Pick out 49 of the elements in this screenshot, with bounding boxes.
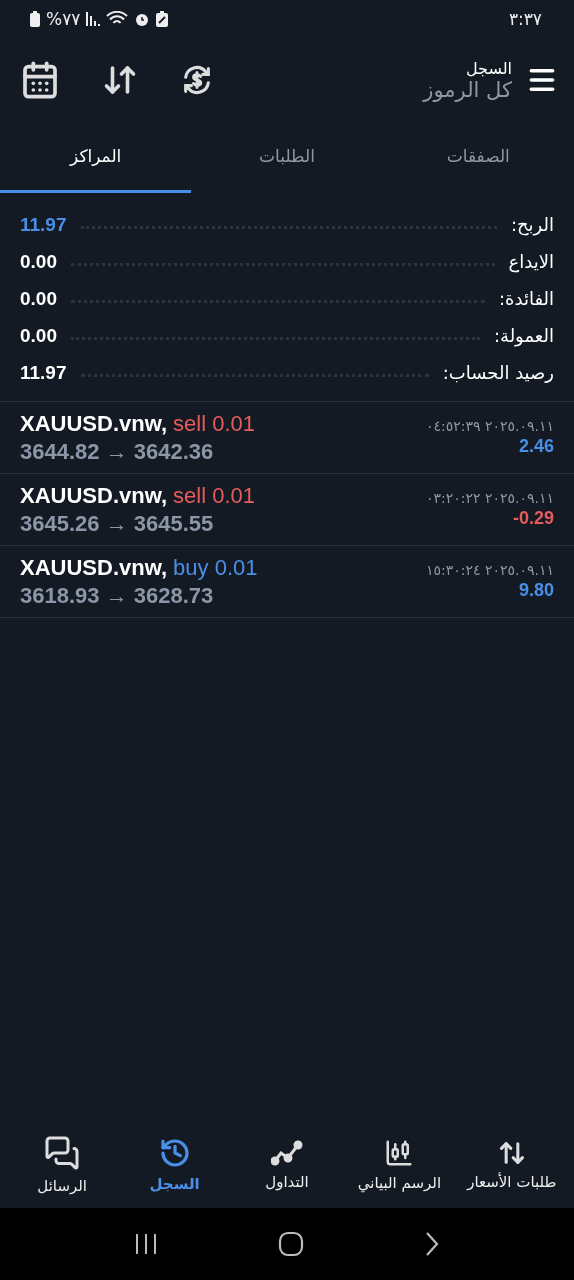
order-type: sell 0.01 xyxy=(173,482,256,509)
symbol-name: XAUUSD.vnw, xyxy=(20,410,168,437)
nav-item[interactable]: الرسائل xyxy=(5,1134,119,1196)
trade-time: ٢٠٢٥.٠٩.١١ ١٥:٣٠:٢٤ xyxy=(425,562,554,578)
trade-profit: 2.46 xyxy=(518,436,554,457)
summary-label: رصيد الحساب: xyxy=(442,362,554,383)
messages-icon xyxy=(44,1135,81,1171)
order-type: buy 0.01 xyxy=(173,554,258,581)
symbol-name: XAUUSD.vnw, xyxy=(20,554,168,581)
calendar-button[interactable] xyxy=(20,60,60,100)
back-button[interactable] xyxy=(424,1231,440,1257)
line-graph-icon xyxy=(271,1139,303,1167)
tab[interactable]: المراكز xyxy=(0,122,192,193)
nav-item[interactable]: طلبات الأسعار xyxy=(455,1138,568,1192)
summary-value: 11.97 xyxy=(20,361,67,384)
trade-time: ٢٠٢٥.٠٩.١١ ٠٤:٥٢:٣٩ xyxy=(425,418,554,434)
order-type: sell 0.01 xyxy=(173,410,256,437)
trade-time: ٢٠٢٥.٠٩.١١ ٠٣:٢٠:٢٢ xyxy=(425,490,554,506)
nav-item[interactable]: السجل xyxy=(118,1136,231,1194)
tab[interactable]: الصفقات xyxy=(382,122,574,193)
summary-value: 0.00 xyxy=(20,324,57,347)
price-range: 3645.26 → 3645.55 xyxy=(20,510,214,537)
screen-title: السجل xyxy=(465,58,512,78)
summary-value: 0.00 xyxy=(20,250,57,273)
summary-label: الفائدة: xyxy=(498,288,554,309)
battery-icon xyxy=(30,11,40,27)
battery-percentage: %٧٧ xyxy=(46,9,81,29)
trade-profit: -0.29 xyxy=(512,508,554,529)
clock-time: ٣:٣٧ xyxy=(508,9,542,29)
summary-value: 0.00 xyxy=(20,287,57,310)
summary-value: 11.97 xyxy=(20,213,67,236)
summary-label: العمولة: xyxy=(493,325,554,346)
history-icon xyxy=(158,1137,191,1169)
signal-icon xyxy=(86,12,101,26)
tab[interactable]: الطلبات xyxy=(191,122,383,193)
battery-saver-icon xyxy=(156,11,169,27)
price-range: 3644.82 → 3642.36 xyxy=(20,438,214,465)
recent-apps-button[interactable] xyxy=(134,1232,158,1256)
summary-label: الايداع xyxy=(508,251,554,272)
price-range: 3618.93 → 3628.73 xyxy=(20,582,214,609)
home-button[interactable] xyxy=(278,1231,304,1257)
nav-item[interactable]: الرسم البياني xyxy=(343,1137,456,1193)
trade-profit: 9.80 xyxy=(518,580,554,601)
symbol-name: XAUUSD.vnw, xyxy=(20,482,168,509)
alarm-icon xyxy=(134,11,151,27)
summary-label: الربح: xyxy=(510,214,554,235)
up-down-arrows-icon xyxy=(497,1139,526,1167)
nav-item[interactable]: التداول xyxy=(230,1138,344,1192)
symbol-filter[interactable]: كل الرموز xyxy=(423,77,512,102)
